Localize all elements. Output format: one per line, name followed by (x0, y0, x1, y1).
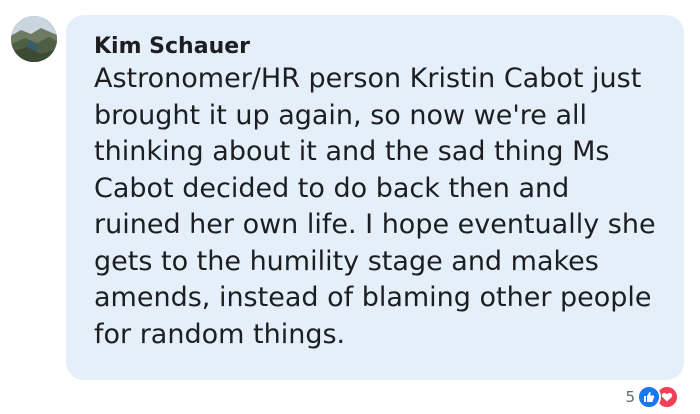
comment-text: Astronomer/HR person Kristin Cabot just … (94, 63, 656, 350)
like-icon (637, 385, 661, 409)
comment-author[interactable]: Kim Schauer (94, 33, 664, 61)
reaction-count: 5 (625, 388, 635, 406)
reactions-summary[interactable]: 5 (625, 385, 679, 409)
avatar[interactable] (11, 16, 57, 62)
landscape-avatar-icon (11, 16, 57, 62)
comment-bubble: Kim Schauer Astronomer/HR person Kristin… (66, 15, 684, 380)
